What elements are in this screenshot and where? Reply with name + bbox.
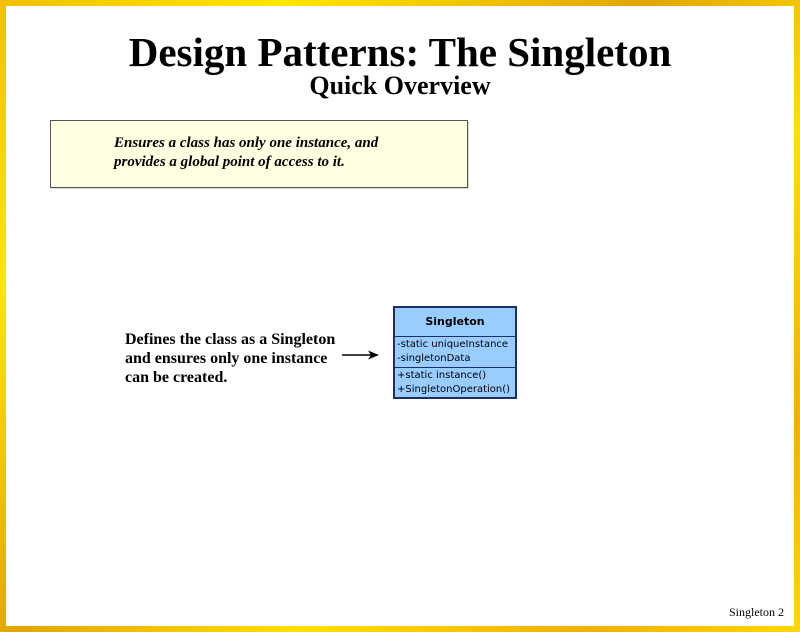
uml-operations: +static instance() +SingletonOperation()	[395, 368, 515, 397]
right-arrow-icon	[342, 350, 379, 360]
intent-line: provides a global point of access to it.	[114, 154, 345, 170]
intent-line: Ensures a class has only one instance, a…	[114, 135, 379, 151]
uml-attributes: -static uniqueInstance -singletonData	[395, 337, 515, 368]
intent-text: Ensures a class has only one instance, a…	[114, 134, 434, 172]
uml-class-name: Singleton	[395, 308, 515, 337]
uml-class-box: Singleton -static uniqueInstance -single…	[393, 306, 517, 399]
uml-attribute: -static uniqueInstance	[397, 339, 509, 350]
slide-footer: Singleton 2	[728, 605, 784, 619]
uml-operation: +static instance()	[397, 370, 487, 381]
description-line: Defines the class as a Singleton	[125, 331, 336, 348]
slide: Design Patterns: The Singleton Quick Ove…	[0, 0, 800, 632]
description-line: can be created.	[125, 369, 228, 386]
uml-attribute: -singletonData	[397, 353, 471, 364]
description-text: Defines the class as a Singleton and ens…	[125, 330, 345, 387]
uml-operation: +SingletonOperation()	[397, 384, 511, 395]
slide-subtitle: Quick Overview	[309, 71, 491, 100]
description-line: and ensures only one instance	[125, 350, 328, 367]
intent-box: Ensures a class has only one instance, a…	[50, 120, 468, 188]
slide-title: Design Patterns: The Singleton	[128, 29, 672, 75]
